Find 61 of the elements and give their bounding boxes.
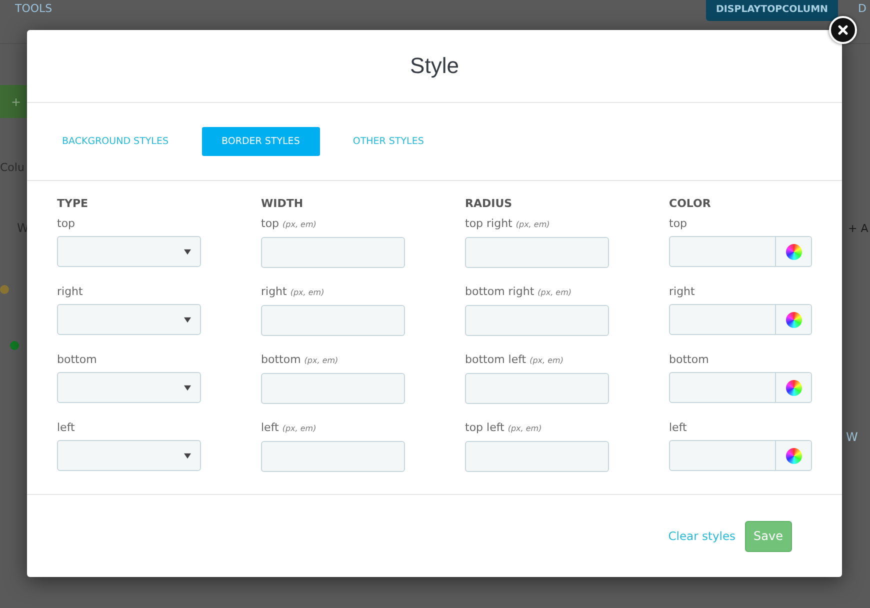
field-label: right (px, em) bbox=[261, 285, 324, 300]
field-label: top bbox=[669, 217, 688, 231]
field-label: left bbox=[57, 421, 75, 435]
hook-button[interactable]: DISPLAYTOPCOLUMN bbox=[706, 0, 838, 21]
column-heading: COLOR bbox=[669, 197, 712, 210]
tab-label[interactable]: D bbox=[858, 2, 870, 15]
field-label: bottom bbox=[669, 353, 709, 367]
input-field[interactable] bbox=[465, 237, 609, 268]
field-label: top left (px, em) bbox=[465, 421, 542, 436]
dialog-title: Style bbox=[410, 53, 459, 79]
select-field[interactable] bbox=[57, 440, 201, 471]
field-label: top right (px, em) bbox=[465, 217, 550, 232]
add-link[interactable]: + A bbox=[848, 222, 868, 235]
color-field[interactable] bbox=[669, 372, 776, 403]
input-field[interactable] bbox=[465, 373, 609, 404]
caret-icon bbox=[184, 316, 191, 322]
select-field[interactable] bbox=[57, 304, 201, 335]
menu-link[interactable]: TOOLS bbox=[15, 2, 52, 15]
field-label: bottom right (px, em) bbox=[465, 285, 572, 300]
select-field[interactable] bbox=[57, 236, 201, 267]
color-picker-button[interactable] bbox=[776, 440, 812, 471]
save-button[interactable]: Save bbox=[744, 520, 792, 552]
clear-styles-link[interactable]: Clear styles bbox=[668, 529, 736, 543]
color-picker-button[interactable] bbox=[776, 372, 812, 403]
color-picker-button[interactable] bbox=[776, 304, 812, 335]
input-field[interactable] bbox=[261, 305, 405, 336]
input-field[interactable] bbox=[261, 373, 405, 404]
close-icon[interactable] bbox=[829, 16, 857, 44]
field-label: top bbox=[57, 217, 76, 231]
color-wheel-icon bbox=[786, 380, 802, 396]
tab[interactable]: OTHER STYLES bbox=[340, 127, 437, 156]
input-field[interactable] bbox=[261, 441, 405, 472]
column-heading: WIDTH bbox=[261, 197, 304, 210]
field-label: right bbox=[57, 285, 83, 299]
field-label: bottom left (px, em) bbox=[465, 353, 564, 368]
color-field[interactable] bbox=[669, 304, 776, 335]
add-button[interactable]: + bbox=[0, 85, 27, 118]
column-heading: RADIUS bbox=[465, 197, 514, 210]
field-label: bottom bbox=[57, 353, 97, 367]
input-field[interactable] bbox=[465, 441, 609, 472]
field-label: right bbox=[669, 285, 695, 299]
caret-icon bbox=[184, 452, 191, 458]
tab[interactable]: BACKGROUND STYLES bbox=[49, 127, 182, 156]
input-field[interactable] bbox=[465, 305, 609, 336]
color-wheel-icon bbox=[786, 312, 802, 328]
select-field[interactable] bbox=[57, 372, 201, 403]
color-field[interactable] bbox=[669, 440, 776, 471]
field-label: left bbox=[669, 421, 687, 435]
side-link[interactable]: W bbox=[846, 430, 858, 444]
color-wheel-icon bbox=[786, 244, 802, 260]
field-label: bottom (px, em) bbox=[261, 353, 338, 368]
tab[interactable]: BORDER STYLES bbox=[202, 127, 320, 156]
color-field[interactable] bbox=[669, 236, 776, 267]
caret-icon bbox=[184, 384, 191, 390]
input-field[interactable] bbox=[261, 237, 405, 268]
color-picker-button[interactable] bbox=[776, 236, 812, 267]
column-heading: TYPE bbox=[57, 197, 90, 210]
color-wheel-icon bbox=[786, 448, 802, 464]
caret-icon bbox=[184, 248, 191, 254]
field-label: left (px, em) bbox=[261, 421, 316, 436]
field-label: top (px, em) bbox=[261, 217, 316, 232]
